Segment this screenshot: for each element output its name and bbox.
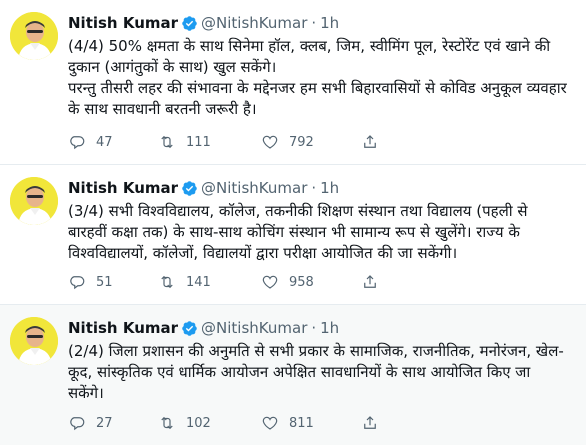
share-icon [364,275,376,288]
like-button[interactable]: 811 [261,414,361,432]
retweet-button[interactable]: 102 [158,414,261,432]
share-button[interactable] [361,273,379,291]
heart-icon [262,416,278,430]
tweet-text: (4/4) 50% क्षमता के साथ सिनेमा हॉल, क्लब… [68,36,570,120]
author-name[interactable]: Nitish Kumar [68,179,178,197]
tweet-text-line: (3/4) सभी विश्वविद्यालय, कॉलेज, तकनीकी श… [68,202,528,262]
heart-icon [262,135,278,149]
like-button[interactable]: 792 [261,133,361,151]
tweet-actions: 27 102 811 [68,413,379,433]
tweet[interactable]: Nitish Kumar @NitishKumar · 1h (3/4) सभी… [0,165,586,305]
tweet-text: (2/4) जिला प्रशासन की अनुमति से सभी प्रक… [68,341,570,404]
tweet[interactable]: Nitish Kumar @NitishKumar · 1h (4/4) 50%… [0,0,586,165]
reply-icon [70,136,85,150]
verified-badge-icon [181,320,198,337]
share-button[interactable] [361,414,379,432]
reply-icon [70,276,85,290]
verified-badge-icon [181,180,198,197]
tweet-timestamp[interactable]: 1h [320,319,339,337]
tweet-timestamp[interactable]: 1h [320,14,339,32]
separator-dot: · [311,14,317,32]
retweet-count: 102 [186,415,211,431]
separator-dot: · [311,179,317,197]
tweet-text-line: (2/4) जिला प्रशासन की अनुमति से सभी प्रक… [68,342,564,402]
retweet-icon [161,416,173,430]
tweet[interactable]: Nitish Kumar @NitishKumar · 1h (2/4) जिल… [0,305,586,445]
retweet-button[interactable]: 111 [158,133,261,151]
reply-count: 47 [96,134,113,150]
tweet-actions: 47 111 792 [68,132,379,152]
avatar[interactable] [10,177,58,225]
reply-button[interactable]: 27 [68,414,158,432]
retweet-icon [161,275,173,289]
tweet-timestamp[interactable]: 1h [320,179,339,197]
author-handle[interactable]: @NitishKumar [201,179,307,197]
tweet-header: Nitish Kumar @NitishKumar · 1h [68,12,570,34]
tweet-actions: 51 141 958 [68,272,379,292]
retweet-count: 111 [186,134,211,150]
avatar[interactable] [10,317,58,365]
avatar[interactable] [10,12,58,60]
author-handle[interactable]: @NitishKumar [201,319,307,337]
tweet-header: Nitish Kumar @NitishKumar · 1h [68,177,570,199]
share-icon [364,135,376,148]
like-count: 792 [289,134,314,150]
tweet-text-line: परन्तु तीसरी लहर की संभावना के मद्देनजर … [68,79,567,118]
retweet-button[interactable]: 141 [158,273,261,291]
retweet-count: 141 [186,274,211,290]
author-handle[interactable]: @NitishKumar [201,14,307,32]
reply-count: 27 [96,415,113,431]
heart-icon [262,275,278,289]
reply-button[interactable]: 47 [68,133,158,151]
like-count: 811 [289,415,314,431]
tweet-text-line: (4/4) 50% क्षमता के साथ सिनेमा हॉल, क्लब… [68,37,551,76]
reply-count: 51 [96,274,113,290]
like-count: 958 [289,274,314,290]
reply-icon [70,417,85,431]
separator-dot: · [311,319,317,337]
reply-button[interactable]: 51 [68,273,158,291]
tweet-text: (3/4) सभी विश्वविद्यालय, कॉलेज, तकनीकी श… [68,201,570,264]
tweet-timeline: Nitish Kumar @NitishKumar · 1h (4/4) 50%… [0,0,586,445]
like-button[interactable]: 958 [261,273,361,291]
verified-badge-icon [181,15,198,32]
share-button[interactable] [361,133,379,151]
share-icon [364,416,376,429]
author-name[interactable]: Nitish Kumar [68,319,178,337]
tweet-header: Nitish Kumar @NitishKumar · 1h [68,317,570,339]
author-name[interactable]: Nitish Kumar [68,14,178,32]
retweet-icon [161,135,173,149]
